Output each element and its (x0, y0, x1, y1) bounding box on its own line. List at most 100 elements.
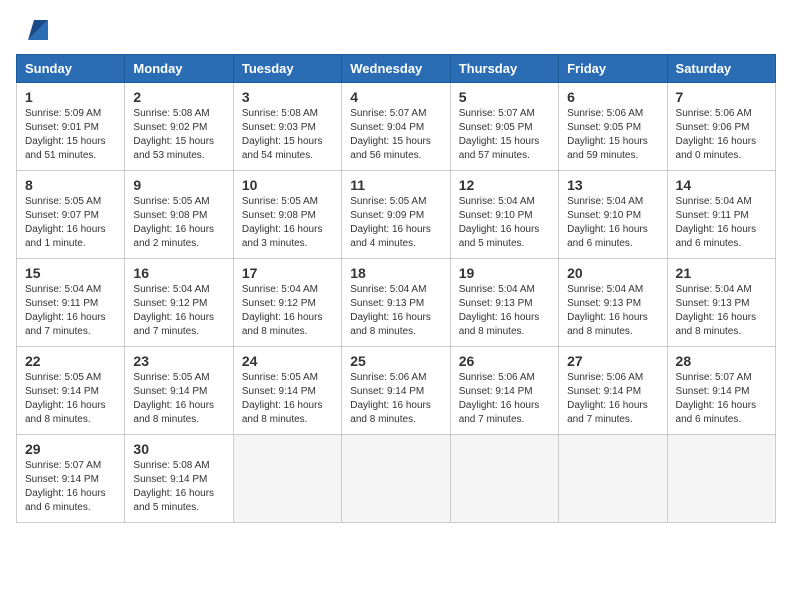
day-number: 7 (676, 89, 767, 105)
day-info: Sunrise: 5:04 AM Sunset: 9:13 PM Dayligh… (459, 283, 550, 339)
calendar-cell: 15 Sunrise: 5:04 AM Sunset: 9:11 PM Dayli… (17, 259, 125, 347)
day-number: 19 (459, 265, 550, 281)
calendar-cell: 13 Sunrise: 5:04 AM Sunset: 9:10 PM Dayli… (559, 171, 667, 259)
day-number: 23 (133, 353, 224, 369)
day-number: 10 (242, 177, 333, 193)
calendar-cell: 29 Sunrise: 5:07 AM Sunset: 9:14 PM Dayli… (17, 435, 125, 523)
calendar-cell: 7 Sunrise: 5:06 AM Sunset: 9:06 PM Daylig… (667, 83, 775, 171)
calendar-cell: 1 Sunrise: 5:09 AM Sunset: 9:01 PM Daylig… (17, 83, 125, 171)
day-number: 9 (133, 177, 224, 193)
calendar-cell: 25 Sunrise: 5:06 AM Sunset: 9:14 PM Dayli… (342, 347, 450, 435)
day-info: Sunrise: 5:04 AM Sunset: 9:13 PM Dayligh… (676, 283, 767, 339)
day-number: 30 (133, 441, 224, 457)
day-number: 29 (25, 441, 116, 457)
day-info: Sunrise: 5:06 AM Sunset: 9:14 PM Dayligh… (350, 371, 441, 427)
day-info: Sunrise: 5:04 AM Sunset: 9:10 PM Dayligh… (567, 195, 658, 251)
calendar: SundayMondayTuesdayWednesdayThursdayFrid… (16, 54, 776, 523)
day-number: 22 (25, 353, 116, 369)
day-info: Sunrise: 5:07 AM Sunset: 9:14 PM Dayligh… (676, 371, 767, 427)
calendar-cell: 10 Sunrise: 5:05 AM Sunset: 9:08 PM Dayli… (233, 171, 341, 259)
calendar-cell: 9 Sunrise: 5:05 AM Sunset: 9:08 PM Daylig… (125, 171, 233, 259)
logo (16, 16, 48, 44)
day-number: 28 (676, 353, 767, 369)
calendar-cell: 6 Sunrise: 5:06 AM Sunset: 9:05 PM Daylig… (559, 83, 667, 171)
day-info: Sunrise: 5:07 AM Sunset: 9:14 PM Dayligh… (25, 459, 116, 515)
day-number: 5 (459, 89, 550, 105)
day-number: 4 (350, 89, 441, 105)
calendar-cell (667, 435, 775, 523)
calendar-cell: 2 Sunrise: 5:08 AM Sunset: 9:02 PM Daylig… (125, 83, 233, 171)
calendar-cell (559, 435, 667, 523)
calendar-week-4: 29 Sunrise: 5:07 AM Sunset: 9:14 PM Dayli… (17, 435, 776, 523)
day-info: Sunrise: 5:06 AM Sunset: 9:05 PM Dayligh… (567, 107, 658, 163)
column-header-saturday: Saturday (667, 55, 775, 83)
column-header-monday: Monday (125, 55, 233, 83)
calendar-header-row: SundayMondayTuesdayWednesdayThursdayFrid… (17, 55, 776, 83)
day-number: 20 (567, 265, 658, 281)
day-number: 18 (350, 265, 441, 281)
day-info: Sunrise: 5:04 AM Sunset: 9:10 PM Dayligh… (459, 195, 550, 251)
day-info: Sunrise: 5:05 AM Sunset: 9:07 PM Dayligh… (25, 195, 116, 251)
calendar-cell: 17 Sunrise: 5:04 AM Sunset: 9:12 PM Dayli… (233, 259, 341, 347)
day-info: Sunrise: 5:05 AM Sunset: 9:08 PM Dayligh… (133, 195, 224, 251)
calendar-cell: 23 Sunrise: 5:05 AM Sunset: 9:14 PM Dayli… (125, 347, 233, 435)
calendar-cell: 30Sunrise: 5:08 AM Sunset: 9:14 PM Dayli… (125, 435, 233, 523)
calendar-week-1: 8 Sunrise: 5:05 AM Sunset: 9:07 PM Daylig… (17, 171, 776, 259)
calendar-week-3: 22 Sunrise: 5:05 AM Sunset: 9:14 PM Dayli… (17, 347, 776, 435)
column-header-tuesday: Tuesday (233, 55, 341, 83)
calendar-cell: 28 Sunrise: 5:07 AM Sunset: 9:14 PM Dayli… (667, 347, 775, 435)
day-number: 16 (133, 265, 224, 281)
day-info: Sunrise: 5:04 AM Sunset: 9:11 PM Dayligh… (25, 283, 116, 339)
header (16, 16, 776, 44)
day-info: Sunrise: 5:09 AM Sunset: 9:01 PM Dayligh… (25, 107, 116, 163)
day-number: 6 (567, 89, 658, 105)
calendar-cell: 16 Sunrise: 5:04 AM Sunset: 9:12 PM Dayli… (125, 259, 233, 347)
logo-icon (20, 16, 48, 44)
calendar-cell: 11 Sunrise: 5:05 AM Sunset: 9:09 PM Dayli… (342, 171, 450, 259)
calendar-cell: 3 Sunrise: 5:08 AM Sunset: 9:03 PM Daylig… (233, 83, 341, 171)
day-info: Sunrise: 5:04 AM Sunset: 9:11 PM Dayligh… (676, 195, 767, 251)
calendar-cell (342, 435, 450, 523)
calendar-cell (233, 435, 341, 523)
day-number: 25 (350, 353, 441, 369)
day-info: Sunrise: 5:05 AM Sunset: 9:08 PM Dayligh… (242, 195, 333, 251)
day-number: 14 (676, 177, 767, 193)
day-number: 8 (25, 177, 116, 193)
column-header-friday: Friday (559, 55, 667, 83)
calendar-cell: 26Sunrise: 5:06 AM Sunset: 9:14 PM Dayli… (450, 347, 558, 435)
day-info: Sunrise: 5:06 AM Sunset: 9:06 PM Dayligh… (676, 107, 767, 163)
calendar-cell: 27Sunrise: 5:06 AM Sunset: 9:14 PM Dayli… (559, 347, 667, 435)
calendar-cell: 22Sunrise: 5:05 AM Sunset: 9:14 PM Dayli… (17, 347, 125, 435)
day-number: 2 (133, 89, 224, 105)
calendar-cell: 12 Sunrise: 5:04 AM Sunset: 9:10 PM Dayli… (450, 171, 558, 259)
column-header-sunday: Sunday (17, 55, 125, 83)
calendar-cell: 18 Sunrise: 5:04 AM Sunset: 9:13 PM Dayli… (342, 259, 450, 347)
day-info: Sunrise: 5:08 AM Sunset: 9:03 PM Dayligh… (242, 107, 333, 163)
day-info: Sunrise: 5:05 AM Sunset: 9:14 PM Dayligh… (133, 371, 224, 427)
calendar-cell: 19 Sunrise: 5:04 AM Sunset: 9:13 PM Dayli… (450, 259, 558, 347)
day-info: Sunrise: 5:06 AM Sunset: 9:14 PM Dayligh… (567, 371, 658, 427)
day-number: 12 (459, 177, 550, 193)
day-number: 11 (350, 177, 441, 193)
day-number: 17 (242, 265, 333, 281)
calendar-week-2: 15 Sunrise: 5:04 AM Sunset: 9:11 PM Dayli… (17, 259, 776, 347)
day-info: Sunrise: 5:04 AM Sunset: 9:13 PM Dayligh… (350, 283, 441, 339)
calendar-cell: 20Sunrise: 5:04 AM Sunset: 9:13 PM Dayli… (559, 259, 667, 347)
day-info: Sunrise: 5:04 AM Sunset: 9:12 PM Dayligh… (242, 283, 333, 339)
day-info: Sunrise: 5:04 AM Sunset: 9:12 PM Dayligh… (133, 283, 224, 339)
calendar-cell: 4Sunrise: 5:07 AM Sunset: 9:04 PM Daylig… (342, 83, 450, 171)
day-number: 3 (242, 89, 333, 105)
day-info: Sunrise: 5:05 AM Sunset: 9:09 PM Dayligh… (350, 195, 441, 251)
day-number: 21 (676, 265, 767, 281)
calendar-cell: 24Sunrise: 5:05 AM Sunset: 9:14 PM Dayli… (233, 347, 341, 435)
day-number: 13 (567, 177, 658, 193)
column-header-wednesday: Wednesday (342, 55, 450, 83)
calendar-cell (450, 435, 558, 523)
calendar-cell: 5 Sunrise: 5:07 AM Sunset: 9:05 PM Daylig… (450, 83, 558, 171)
day-info: Sunrise: 5:08 AM Sunset: 9:02 PM Dayligh… (133, 107, 224, 163)
day-number: 1 (25, 89, 116, 105)
calendar-cell: 14 Sunrise: 5:04 AM Sunset: 9:11 PM Dayli… (667, 171, 775, 259)
calendar-week-0: 1 Sunrise: 5:09 AM Sunset: 9:01 PM Daylig… (17, 83, 776, 171)
day-info: Sunrise: 5:07 AM Sunset: 9:05 PM Dayligh… (459, 107, 550, 163)
day-number: 15 (25, 265, 116, 281)
